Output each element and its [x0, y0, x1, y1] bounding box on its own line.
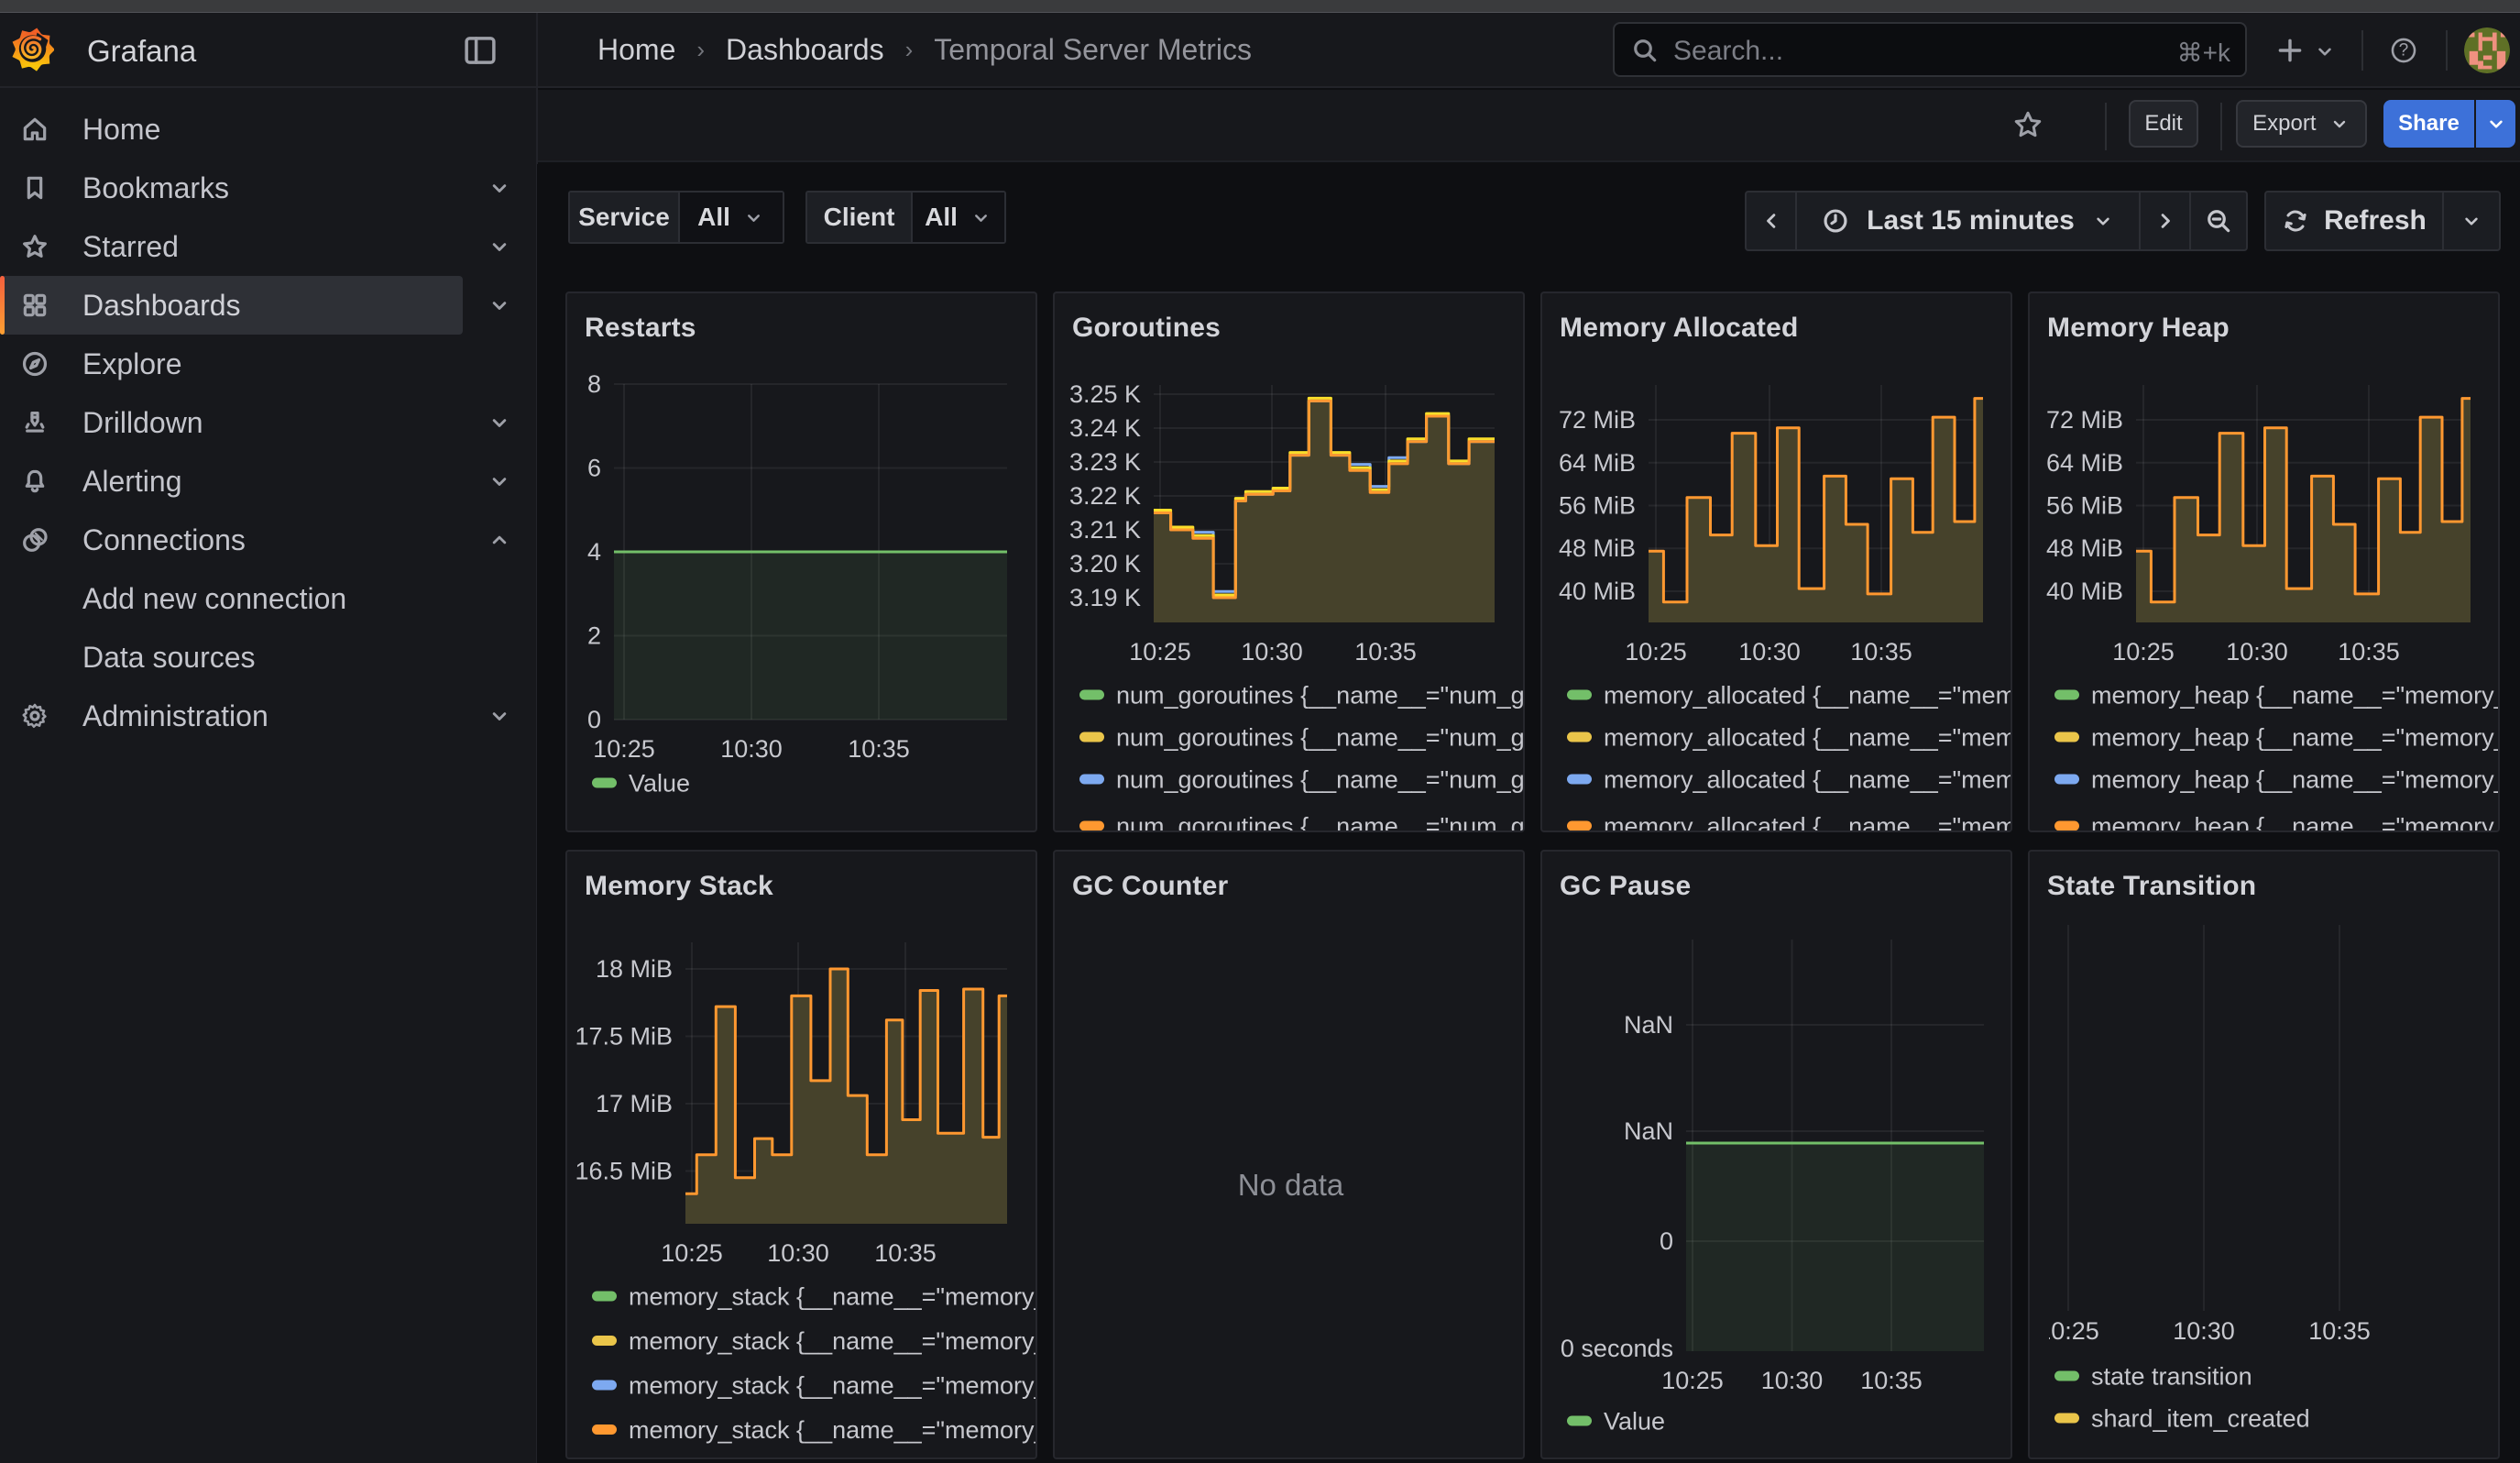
- svg-text:0 seconds: 0 seconds: [1561, 1335, 1673, 1362]
- svg-text:10:30: 10:30: [2226, 638, 2288, 666]
- svg-text:3.25 K: 3.25 K: [1069, 380, 1141, 408]
- svg-text:10:30: 10:30: [2173, 1317, 2235, 1345]
- svg-text:10:35: 10:35: [874, 1239, 937, 1267]
- svg-text:3.21 K: 3.21 K: [1069, 516, 1141, 544]
- svg-text:memory_stack {__name__="memory: memory_stack {__name__="memory_st: [629, 1327, 1037, 1355]
- svg-text:10:30: 10:30: [1241, 638, 1303, 666]
- svg-text:10:25: 10:25: [661, 1239, 723, 1267]
- svg-text:memory_stack {__name__="memory: memory_stack {__name__="memory_st: [629, 1283, 1037, 1311]
- svg-text:NaN: NaN: [1624, 1011, 1673, 1039]
- svg-text:40 MiB: 40 MiB: [2046, 578, 2123, 605]
- svg-text:10:35: 10:35: [2338, 638, 2400, 666]
- svg-text:3.19 K: 3.19 K: [1069, 584, 1141, 611]
- svg-text:17 MiB: 17 MiB: [596, 1090, 673, 1117]
- svg-text:3.20 K: 3.20 K: [1069, 550, 1141, 578]
- svg-text:17.5 MiB: 17.5 MiB: [575, 1023, 673, 1050]
- svg-text:10:25: 10:25: [1129, 638, 1191, 666]
- svg-text:NaN: NaN: [1624, 1117, 1673, 1145]
- svg-text:memory_heap {__name__="memory_: memory_heap {__name__="memory_he: [2091, 813, 2500, 833]
- svg-text:num_goroutines {__name__="num_: num_goroutines {__name__="num_gorou: [1116, 724, 1525, 752]
- svg-text:10:30: 10:30: [1761, 1367, 1824, 1394]
- svg-text:48 MiB: 48 MiB: [2046, 534, 2123, 562]
- svg-text:72 MiB: 72 MiB: [2046, 406, 2123, 434]
- svg-text:10:35: 10:35: [1354, 638, 1417, 666]
- svg-text:3.22 K: 3.22 K: [1069, 482, 1141, 510]
- svg-text:10:35: 10:35: [2308, 1317, 2371, 1345]
- svg-text:56 MiB: 56 MiB: [2046, 492, 2123, 520]
- svg-text:10:30: 10:30: [1738, 638, 1801, 666]
- svg-text:8: 8: [587, 370, 601, 398]
- svg-text:Value: Value: [1604, 1408, 1665, 1436]
- svg-text:40 MiB: 40 MiB: [1559, 578, 1636, 605]
- svg-text:shard_item_created: shard_item_created: [2091, 1405, 2310, 1433]
- svg-text:3.24 K: 3.24 K: [1069, 414, 1141, 442]
- svg-text:56 MiB: 56 MiB: [1559, 492, 1636, 520]
- svg-text:10:35: 10:35: [848, 735, 910, 763]
- svg-text:memory_heap {__name__="memory_: memory_heap {__name__="memory_he: [2091, 724, 2500, 752]
- svg-text:64 MiB: 64 MiB: [2046, 449, 2123, 477]
- svg-text:10:25: 10:25: [2037, 1317, 2099, 1345]
- svg-text:10:25: 10:25: [593, 735, 655, 763]
- svg-text:10:35: 10:35: [1860, 1367, 1923, 1394]
- svg-text:num_goroutines {__name__="num_: num_goroutines {__name__="num_gorou: [1116, 813, 1525, 833]
- svg-text:memory_heap {__name__="memory_: memory_heap {__name__="memory_he: [2091, 682, 2500, 710]
- svg-text:64 MiB: 64 MiB: [1559, 449, 1636, 477]
- svg-text:memory_allocated {__name__="me: memory_allocated {__name__="memor: [1604, 682, 2012, 710]
- svg-text:18 MiB: 18 MiB: [596, 955, 673, 983]
- svg-text:10:35: 10:35: [1850, 638, 1912, 666]
- svg-text:10:25: 10:25: [2112, 638, 2175, 666]
- svg-text:num_goroutines {__name__="num_: num_goroutines {__name__="num_gorou: [1116, 682, 1525, 710]
- svg-text:0: 0: [587, 706, 601, 733]
- svg-text:16.5 MiB: 16.5 MiB: [575, 1158, 673, 1185]
- svg-text:6: 6: [587, 455, 601, 482]
- svg-text:?: ?: [2399, 41, 2409, 60]
- svg-text:memory_heap {__name__="memory_: memory_heap {__name__="memory_he: [2091, 766, 2500, 794]
- svg-text:memory_stack {__name__="memory: memory_stack {__name__="memory_st: [629, 1372, 1037, 1400]
- svg-text:2: 2: [587, 622, 601, 650]
- svg-text:Value: Value: [629, 770, 690, 798]
- svg-text:memory_stack {__name__="memory: memory_stack {__name__="memory_st: [629, 1416, 1037, 1444]
- svg-text:memory_allocated {__name__="me: memory_allocated {__name__="memor: [1604, 766, 2012, 794]
- svg-text:10:25: 10:25: [1625, 638, 1687, 666]
- svg-text:4: 4: [587, 538, 601, 566]
- svg-text:memory_allocated {__name__="me: memory_allocated {__name__="memor: [1604, 724, 2012, 752]
- svg-text:72 MiB: 72 MiB: [1559, 406, 1636, 434]
- svg-text:0: 0: [1660, 1227, 1673, 1255]
- svg-text:10:25: 10:25: [1661, 1367, 1724, 1394]
- svg-text:num_goroutines {__name__="num_: num_goroutines {__name__="num_gorou: [1116, 766, 1525, 794]
- svg-text:48 MiB: 48 MiB: [1559, 534, 1636, 562]
- svg-text:3.23 K: 3.23 K: [1069, 448, 1141, 476]
- svg-text:10:30: 10:30: [767, 1239, 829, 1267]
- svg-text:memory_allocated {__name__="me: memory_allocated {__name__="memor: [1604, 813, 2012, 833]
- svg-text:10:30: 10:30: [720, 735, 783, 763]
- svg-text:state transition: state transition: [2091, 1363, 2252, 1391]
